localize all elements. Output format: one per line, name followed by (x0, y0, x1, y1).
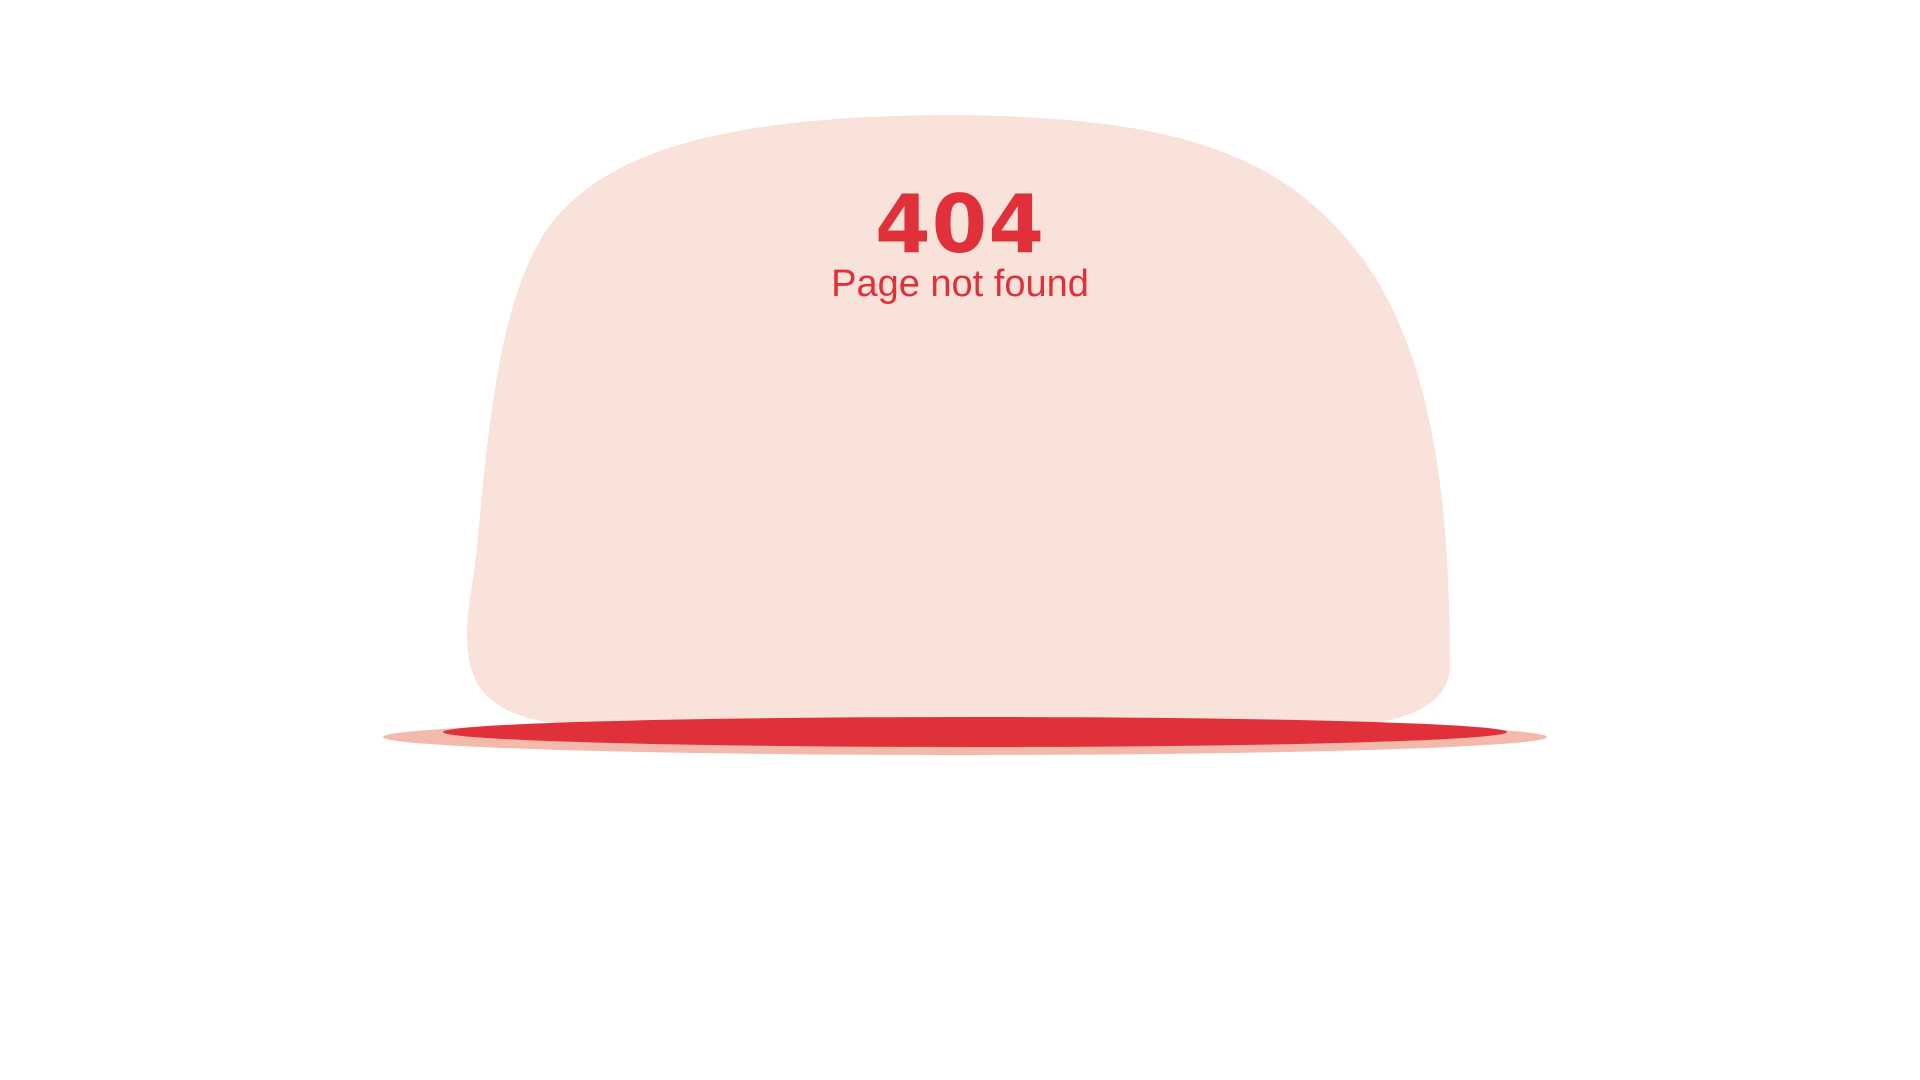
hat-illustration-icon (383, 115, 1547, 755)
hat-band (443, 717, 1507, 747)
error-message: Page not found (831, 263, 1089, 305)
error-code: 404 (875, 178, 1045, 271)
